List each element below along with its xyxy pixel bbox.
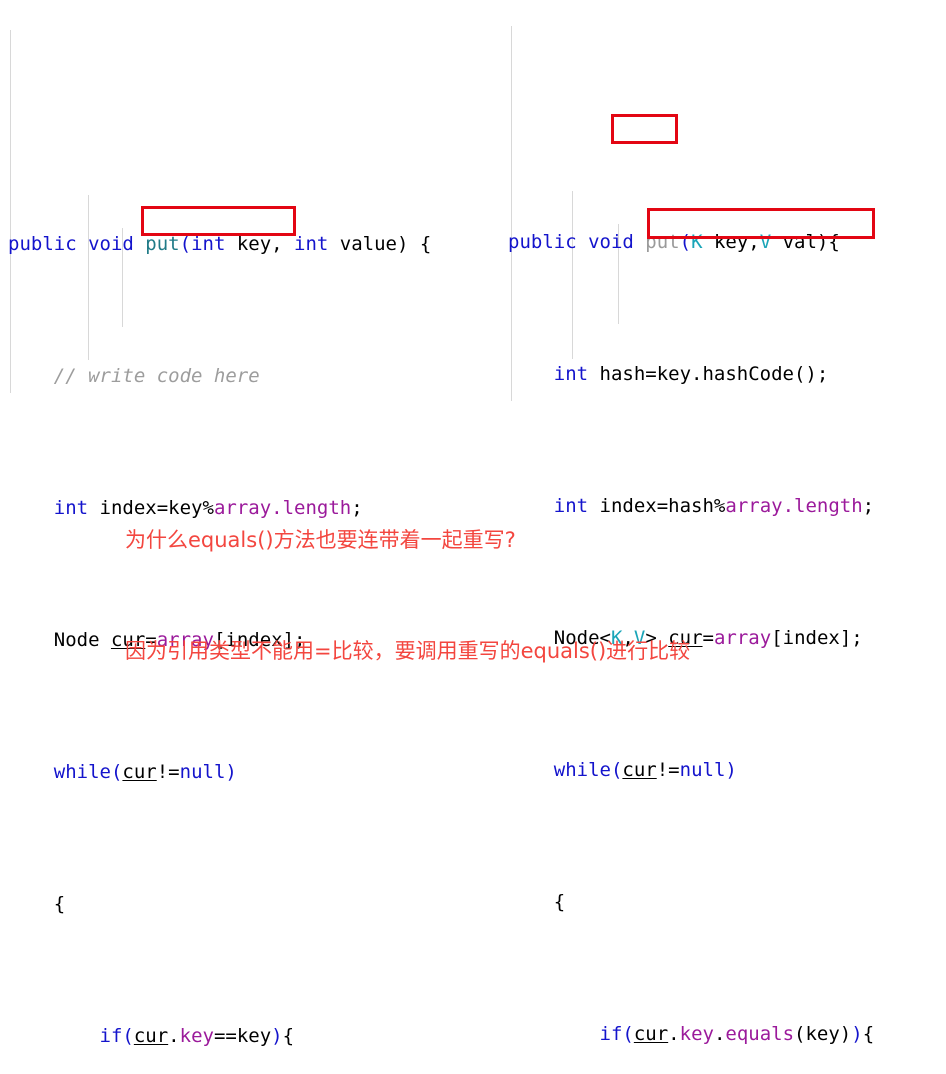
token-plain: {: [508, 891, 566, 913]
token-plain: {: [862, 1023, 875, 1045]
token-plain: [index];: [771, 627, 863, 649]
token-keyword: int: [191, 233, 226, 255]
token-keyword: null): [679, 759, 737, 781]
indent-guide-right-level1: [511, 26, 512, 401]
annotation-question: 为什么equals()方法也要连带着一起重写?: [125, 528, 516, 552]
token-keyword: if(: [599, 1023, 634, 1045]
code-line: public void put(int key, int value) {: [8, 228, 431, 261]
token-plain: (key): [794, 1023, 852, 1045]
indent-guide-left-level1: [10, 30, 11, 393]
annotation-block: 为什么equals()方法也要连带着一起重写? 因为引用类型不能用=比较，要调用…: [125, 448, 690, 707]
token-keyword: ): [851, 1023, 863, 1045]
code-line: while(cur!=null): [8, 756, 431, 789]
token-plain: .: [668, 1023, 680, 1045]
annotation-answer: 因为引用类型不能用=比较，要调用重写的equals()进行比较: [125, 639, 691, 663]
token-paren: (: [679, 231, 692, 253]
token-plain: .: [713, 1023, 726, 1045]
token-keyword: null): [179, 761, 237, 783]
token-plain: !=: [656, 759, 680, 781]
code-line-highlighted: if(cur.key.equals(key)){: [508, 1018, 875, 1051]
code-line: public void put(K key,V val){: [508, 226, 874, 259]
token-keyword: public void: [508, 231, 646, 253]
code-line-comment: // write code here: [8, 360, 431, 393]
indent-guide-left-level2: [88, 195, 89, 360]
token-comment: // write code here: [8, 365, 260, 387]
token-plain: hash=key.hashCode();: [588, 363, 829, 385]
token-plain: val){: [771, 231, 840, 253]
token-keyword: ): [271, 1025, 283, 1047]
code-line: {: [508, 886, 874, 919]
token-variable: cur: [133, 1025, 169, 1047]
token-plain: {: [8, 893, 66, 915]
token-plain: Node: [8, 629, 111, 651]
code-line: {: [8, 888, 431, 921]
token-field: equals: [725, 1023, 795, 1045]
indent-guide-right-level2: [572, 191, 573, 359]
token-plain: ==key: [213, 1025, 272, 1047]
token-keyword: while(: [53, 761, 123, 783]
token-paren: (: [179, 233, 192, 255]
token-method-name: put: [645, 231, 680, 253]
token-keyword: int: [53, 497, 89, 519]
code-line: int hash=key.hashCode();: [508, 358, 874, 391]
token-keyword: public void: [8, 233, 146, 255]
token-generic-type: V: [759, 231, 772, 253]
token-plain: .: [168, 1025, 180, 1047]
token-method-name: put: [145, 233, 180, 255]
token-variable: cur: [122, 761, 157, 783]
token-plain: key,: [225, 233, 295, 255]
token-field: array.length: [725, 495, 863, 517]
token-field: key: [679, 1023, 714, 1045]
token-keyword: while(: [553, 759, 623, 781]
token-keyword: int: [294, 233, 329, 255]
code-line-highlighted: if(cur.key==key){: [8, 1020, 431, 1053]
token-plain: value) {: [328, 233, 432, 255]
token-plain: ;: [862, 495, 875, 517]
token-plain: key,: [702, 231, 760, 253]
token-plain: !=: [156, 761, 180, 783]
code-line: while(cur!=null): [508, 754, 874, 787]
token-variable: cur: [633, 1023, 669, 1045]
token-plain: =: [702, 627, 714, 649]
token-keyword: if(: [99, 1025, 134, 1047]
token-plain: {: [282, 1025, 295, 1047]
token-variable: cur: [622, 759, 657, 781]
token-field: key: [179, 1025, 214, 1047]
token-generic-type: K: [691, 231, 703, 253]
token-field: array: [713, 627, 772, 649]
token-keyword: int: [553, 363, 589, 385]
